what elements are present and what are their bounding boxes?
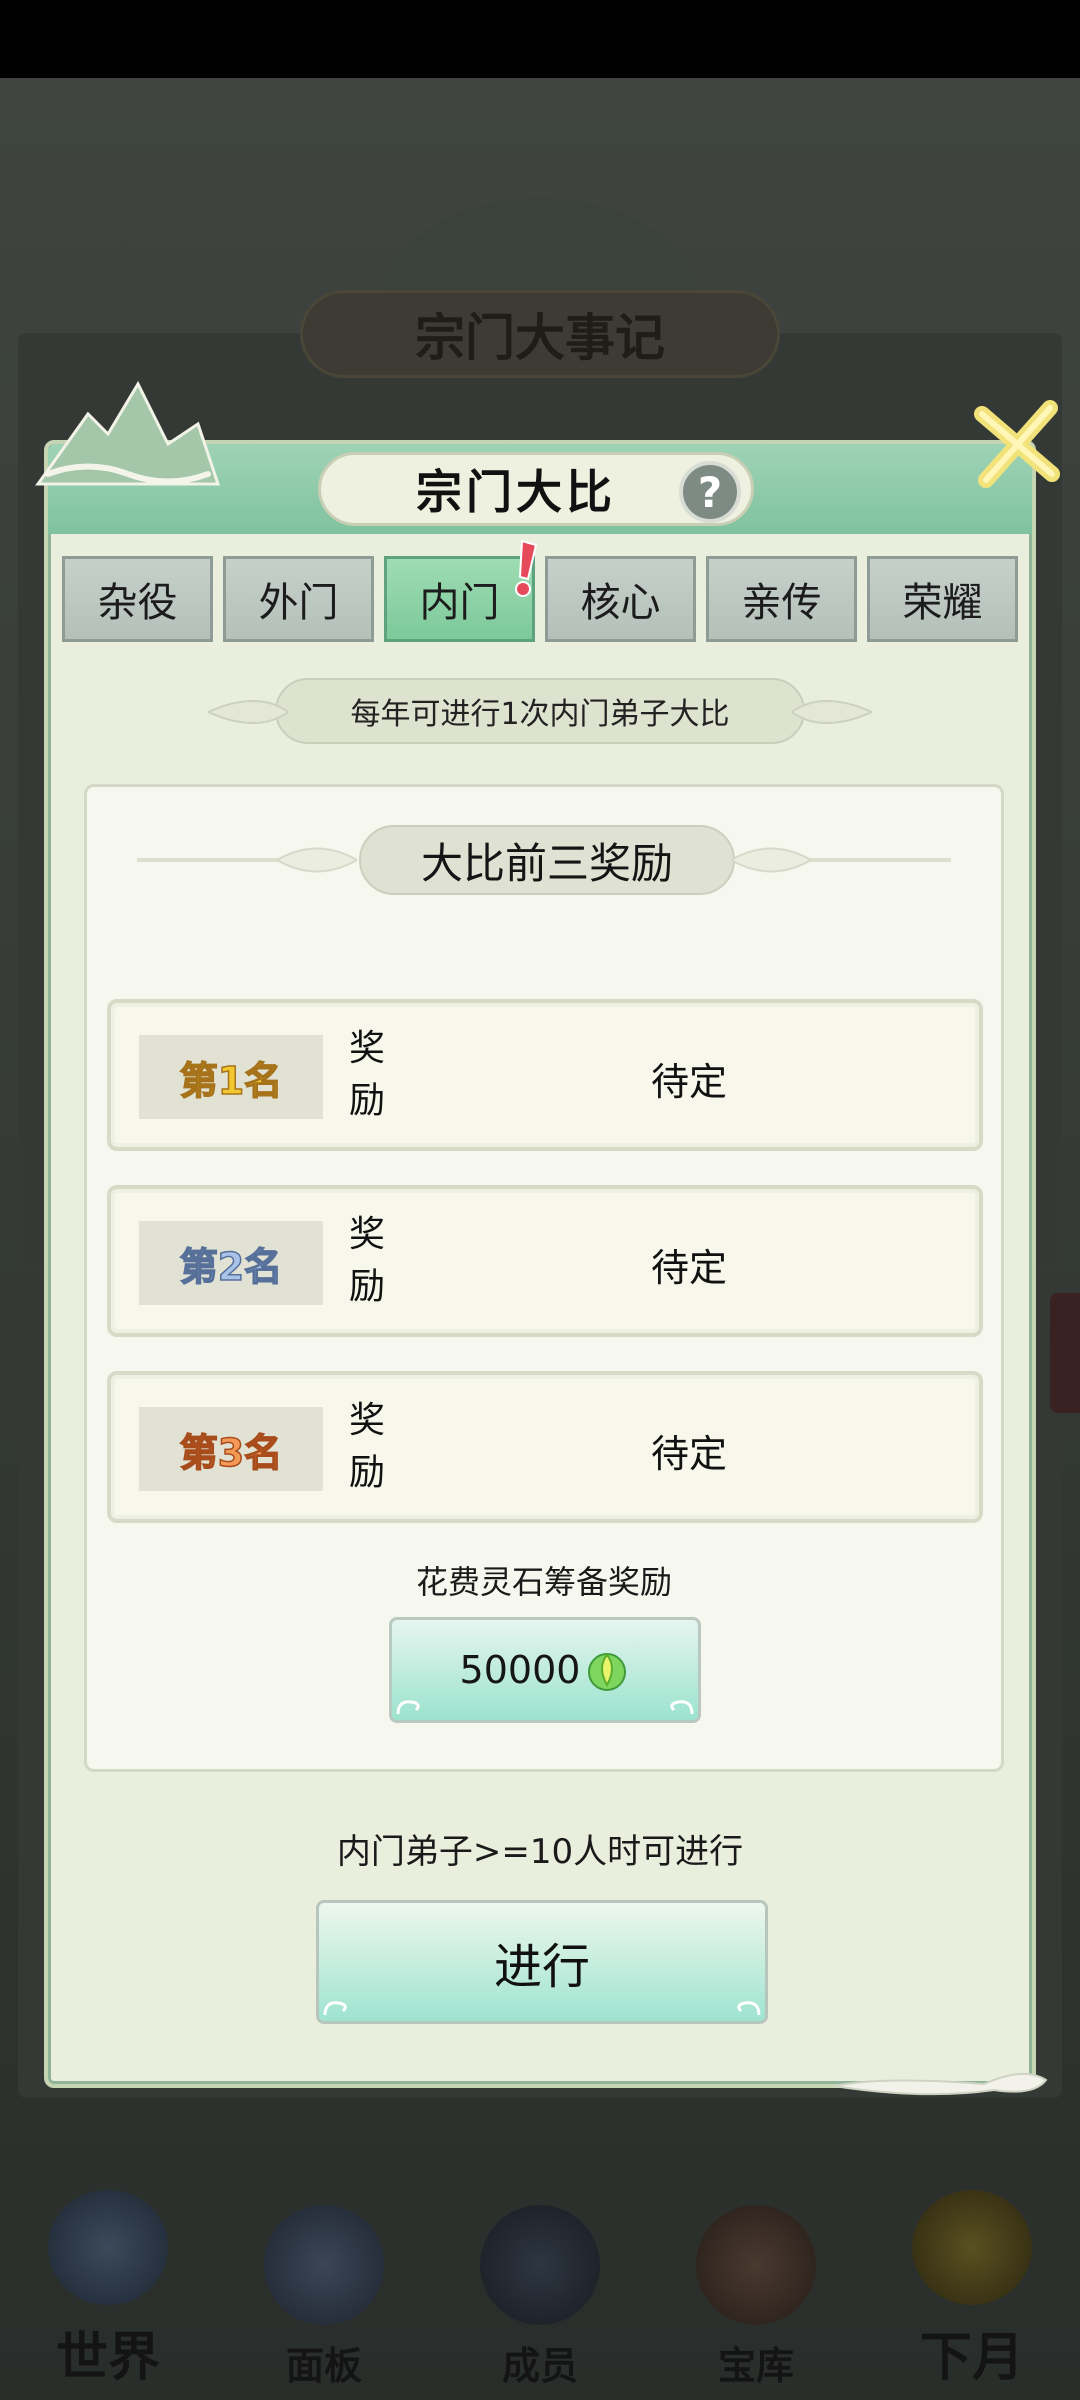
tab-label: 内门 — [419, 580, 500, 626]
cost-label: 花费灵石筹备奖励 — [415, 1563, 672, 1601]
nav-item-next-month[interactable]: 下月 — [872, 2190, 1072, 2390]
corner-curl-icon — [737, 2001, 761, 2016]
nav-label: 世界 — [55, 2327, 160, 2388]
reward-label: 奖励 — [349, 1400, 386, 1493]
nav-item-panel[interactable]: 面板 — [224, 2190, 424, 2390]
panel-icon — [264, 2205, 384, 2325]
tab-label: 亲传 — [741, 580, 822, 626]
bg-side-tab — [1050, 1293, 1080, 1413]
tab-label: 杂役 — [97, 580, 178, 626]
nav-item-members[interactable]: 成员 — [440, 2190, 640, 2390]
reward-value: 待定 — [651, 1060, 728, 1104]
reward-row-2: 第2名 奖励 待定 — [107, 1185, 983, 1337]
info-text: 每年可进行1次内门弟子大比 — [350, 697, 730, 732]
bg-banner: 宗门大事记 — [300, 290, 780, 378]
start-button[interactable]: 进行 — [316, 1900, 768, 2024]
tab-label: 外门 — [258, 580, 339, 626]
exclamation-badge-icon — [515, 539, 538, 597]
sect-competition-modal: 宗门大比 ? 杂役 外门 内门 核心 亲传 荣耀 每年可进行1次内门弟子大比 大… — [35, 380, 1060, 2096]
corner-curl-icon — [323, 2001, 347, 2016]
close-button[interactable] — [962, 394, 1072, 494]
nav-item-treasury[interactable]: 宝库 — [656, 2190, 856, 2390]
tab-chore[interactable]: 杂役 — [62, 556, 213, 642]
mountain-deco-icon — [35, 380, 221, 486]
tab-honor[interactable]: 荣耀 — [867, 556, 1018, 642]
prepare-reward-button[interactable]: 50000 — [389, 1617, 701, 1723]
wing-left-icon — [208, 700, 288, 724]
tab-inner[interactable]: 内门 — [384, 539, 538, 642]
members-icon — [480, 2205, 600, 2325]
cloud-deco-icon — [833, 2072, 1048, 2096]
modal-title: 宗门大比 — [416, 465, 616, 519]
nav-label: 成员 — [501, 2343, 578, 2388]
start-button-label: 进行 — [493, 1939, 590, 1995]
card-title: 大比前三奖励 — [420, 838, 673, 888]
spirit-stone-icon — [588, 1653, 627, 1691]
tab-personal[interactable]: 亲传 — [706, 556, 857, 642]
world-icon — [48, 2190, 168, 2305]
reward-label: 奖励 — [349, 1214, 386, 1307]
reward-value: 待定 — [651, 1246, 728, 1290]
nav-label: 下月 — [919, 2327, 1024, 2388]
tab-outer[interactable]: 外门 — [223, 556, 374, 642]
rank-tabs: 杂役 外门 内门 核心 亲传 荣耀 — [62, 539, 1018, 642]
reward-row-1: 第1名 奖励 待定 — [107, 999, 983, 1151]
tab-label: 荣耀 — [902, 580, 983, 626]
condition-label: 内门弟子>=10人时可进行 — [336, 1832, 744, 1872]
tab-core[interactable]: 核心 — [545, 556, 696, 642]
rank-badge-1: 第1名 — [139, 1035, 323, 1119]
help-icon: ? — [697, 467, 723, 517]
reward-row-3: 第3名 奖励 待定 — [107, 1371, 983, 1523]
next-month-icon — [912, 2190, 1032, 2305]
corner-curl-icon — [396, 1700, 420, 1715]
title-deco-left-icon — [137, 847, 357, 873]
treasury-icon — [696, 2205, 816, 2325]
corner-curl-icon — [670, 1700, 694, 1715]
nav-label: 面板 — [285, 2343, 362, 2388]
bottom-nav: 世界 面板 成员 宝库 下月 — [0, 2190, 1080, 2400]
title-deco-right-icon — [731, 847, 951, 873]
card-title-pill: 大比前三奖励 — [359, 825, 735, 895]
wing-right-icon — [792, 700, 872, 724]
rank-badge-3: 第3名 — [139, 1407, 323, 1491]
reward-label: 奖励 — [349, 1028, 386, 1121]
info-row: 每年可进行1次内门弟子大比 — [48, 676, 1032, 746]
close-icon — [974, 400, 1060, 488]
nav-label: 宝库 — [717, 2343, 794, 2388]
cost-value: 50000 — [459, 1648, 581, 1692]
tab-label: 核心 — [580, 580, 661, 626]
reward-value: 待定 — [651, 1432, 728, 1476]
help-button[interactable]: ? — [679, 461, 741, 523]
bg-banner-title: 宗门大事记 — [415, 308, 665, 367]
info-pill: 每年可进行1次内门弟子大比 — [275, 678, 805, 744]
rewards-card: 大比前三奖励 第1名 奖励 待定 第2名 奖励 待定 第3名 奖励 待定 花费灵… — [84, 784, 1004, 1772]
modal-title-pill: 宗门大比 ? — [318, 452, 754, 526]
nav-item-world[interactable]: 世界 — [8, 2190, 208, 2390]
rank-badge-2: 第2名 — [139, 1221, 323, 1305]
